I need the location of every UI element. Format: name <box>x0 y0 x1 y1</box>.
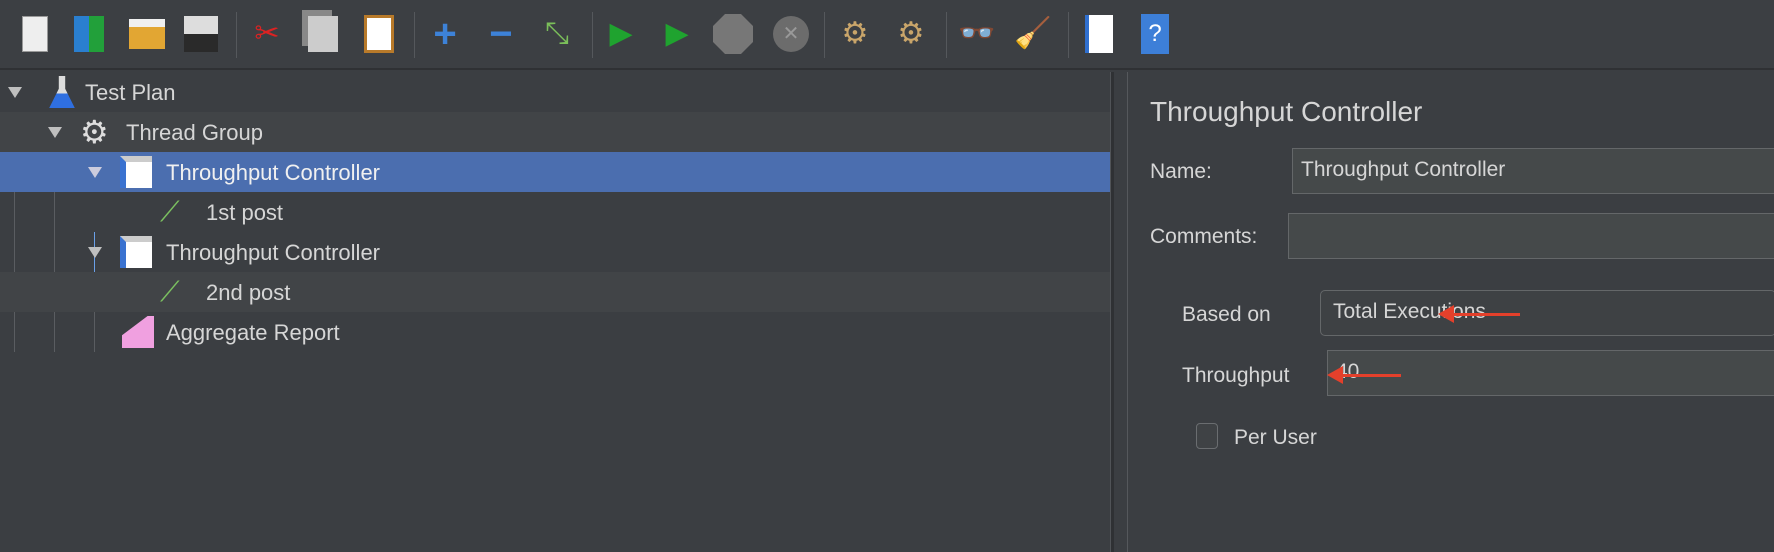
name-field[interactable]: Throughput Controller <box>1292 148 1774 194</box>
help-icon[interactable]: ? <box>1134 13 1176 55</box>
search-icon[interactable]: 👓 <box>956 13 998 55</box>
tree-item-label: Aggregate Report <box>166 320 340 345</box>
tree-item-label: Thread Group <box>126 120 263 145</box>
controller-icon <box>120 156 152 188</box>
test-plan-tree: Test Plan ⚙ Thread Group Throughput Cont… <box>0 72 1110 552</box>
tree-item-label: 1st post <box>206 200 284 225</box>
expand-triangle-icon[interactable] <box>8 87 22 98</box>
tree-item-label: Test Plan <box>85 80 176 105</box>
tree-item-label: Throughput Controller <box>166 160 381 185</box>
test-plan-flask-icon <box>49 76 75 108</box>
expand-triangle-icon[interactable] <box>88 167 102 178</box>
listener-chart-icon <box>122 316 154 348</box>
function-helper-icon[interactable] <box>1078 13 1120 55</box>
stop-icon[interactable] <box>712 13 754 55</box>
toolbar: ✂ + − ⤡ ▶ ▶ ✕ ⚙ ⚙ 👓 🧹 ? <box>0 0 1774 70</box>
sampler-pipette-icon: ⟋ <box>160 196 180 227</box>
cut-icon[interactable]: ✂ <box>246 13 288 55</box>
thread-group-gear-icon: ⚙ <box>80 114 109 150</box>
paste-icon[interactable] <box>358 13 400 55</box>
controller-icon <box>120 236 152 268</box>
save-icon[interactable] <box>180 13 222 55</box>
sampler-pipette-icon: ⟋ <box>160 276 180 307</box>
start-icon[interactable]: ▶ <box>600 13 642 55</box>
clear-all-icon[interactable]: ⚙ <box>890 13 932 55</box>
tree-item-aggregate-report[interactable]: Aggregate Report <box>0 312 1110 352</box>
toggle-icon[interactable]: ⤡ <box>536 13 578 55</box>
tree-item-thread-group[interactable]: ⚙ Thread Group <box>0 112 1110 152</box>
per-user-checkbox[interactable] <box>1196 423 1218 449</box>
throughput-field[interactable]: 40 <box>1327 350 1774 396</box>
tree-item-1st-post[interactable]: ⟋ 1st post <box>0 192 1110 232</box>
collapse-icon[interactable]: − <box>480 13 522 55</box>
tree-item-throughput-controller-1[interactable]: Throughput Controller <box>0 152 1110 192</box>
shutdown-icon[interactable]: ✕ <box>770 13 812 55</box>
templates-icon[interactable] <box>68 13 110 55</box>
annotation-arrow <box>1327 366 1401 384</box>
tree-item-test-plan[interactable]: Test Plan <box>0 72 1110 112</box>
expand-icon[interactable]: + <box>424 13 466 55</box>
split-pane-divider[interactable] <box>1110 72 1114 552</box>
open-icon[interactable] <box>126 13 168 55</box>
clear-icon[interactable]: ⚙ <box>834 13 876 55</box>
tree-item-2nd-post[interactable]: ⟋ 2nd post <box>0 272 1110 312</box>
comments-label: Comments: <box>1150 225 1258 248</box>
start-no-pauses-icon[interactable]: ▶ <box>656 13 698 55</box>
tree-item-label: 2nd post <box>206 280 291 305</box>
tree-item-throughput-controller-2[interactable]: Throughput Controller <box>0 232 1110 272</box>
expand-triangle-icon[interactable] <box>48 127 62 138</box>
annotation-arrow <box>1438 305 1520 323</box>
tree-item-label: Throughput Controller <box>166 240 381 265</box>
based-on-select[interactable]: Total Executions <box>1320 290 1774 336</box>
throughput-label: Throughput <box>1182 364 1290 387</box>
expand-triangle-icon[interactable] <box>88 247 102 258</box>
panel-title: Throughput Controller <box>1150 96 1423 127</box>
based-on-label: Based on <box>1182 303 1271 326</box>
name-label: Name: <box>1150 160 1212 183</box>
per-user-label: Per User <box>1234 426 1317 449</box>
copy-icon[interactable] <box>302 13 344 55</box>
new-icon[interactable] <box>14 13 56 55</box>
reset-search-icon[interactable]: 🧹 <box>1012 13 1054 55</box>
comments-field[interactable] <box>1288 213 1774 259</box>
